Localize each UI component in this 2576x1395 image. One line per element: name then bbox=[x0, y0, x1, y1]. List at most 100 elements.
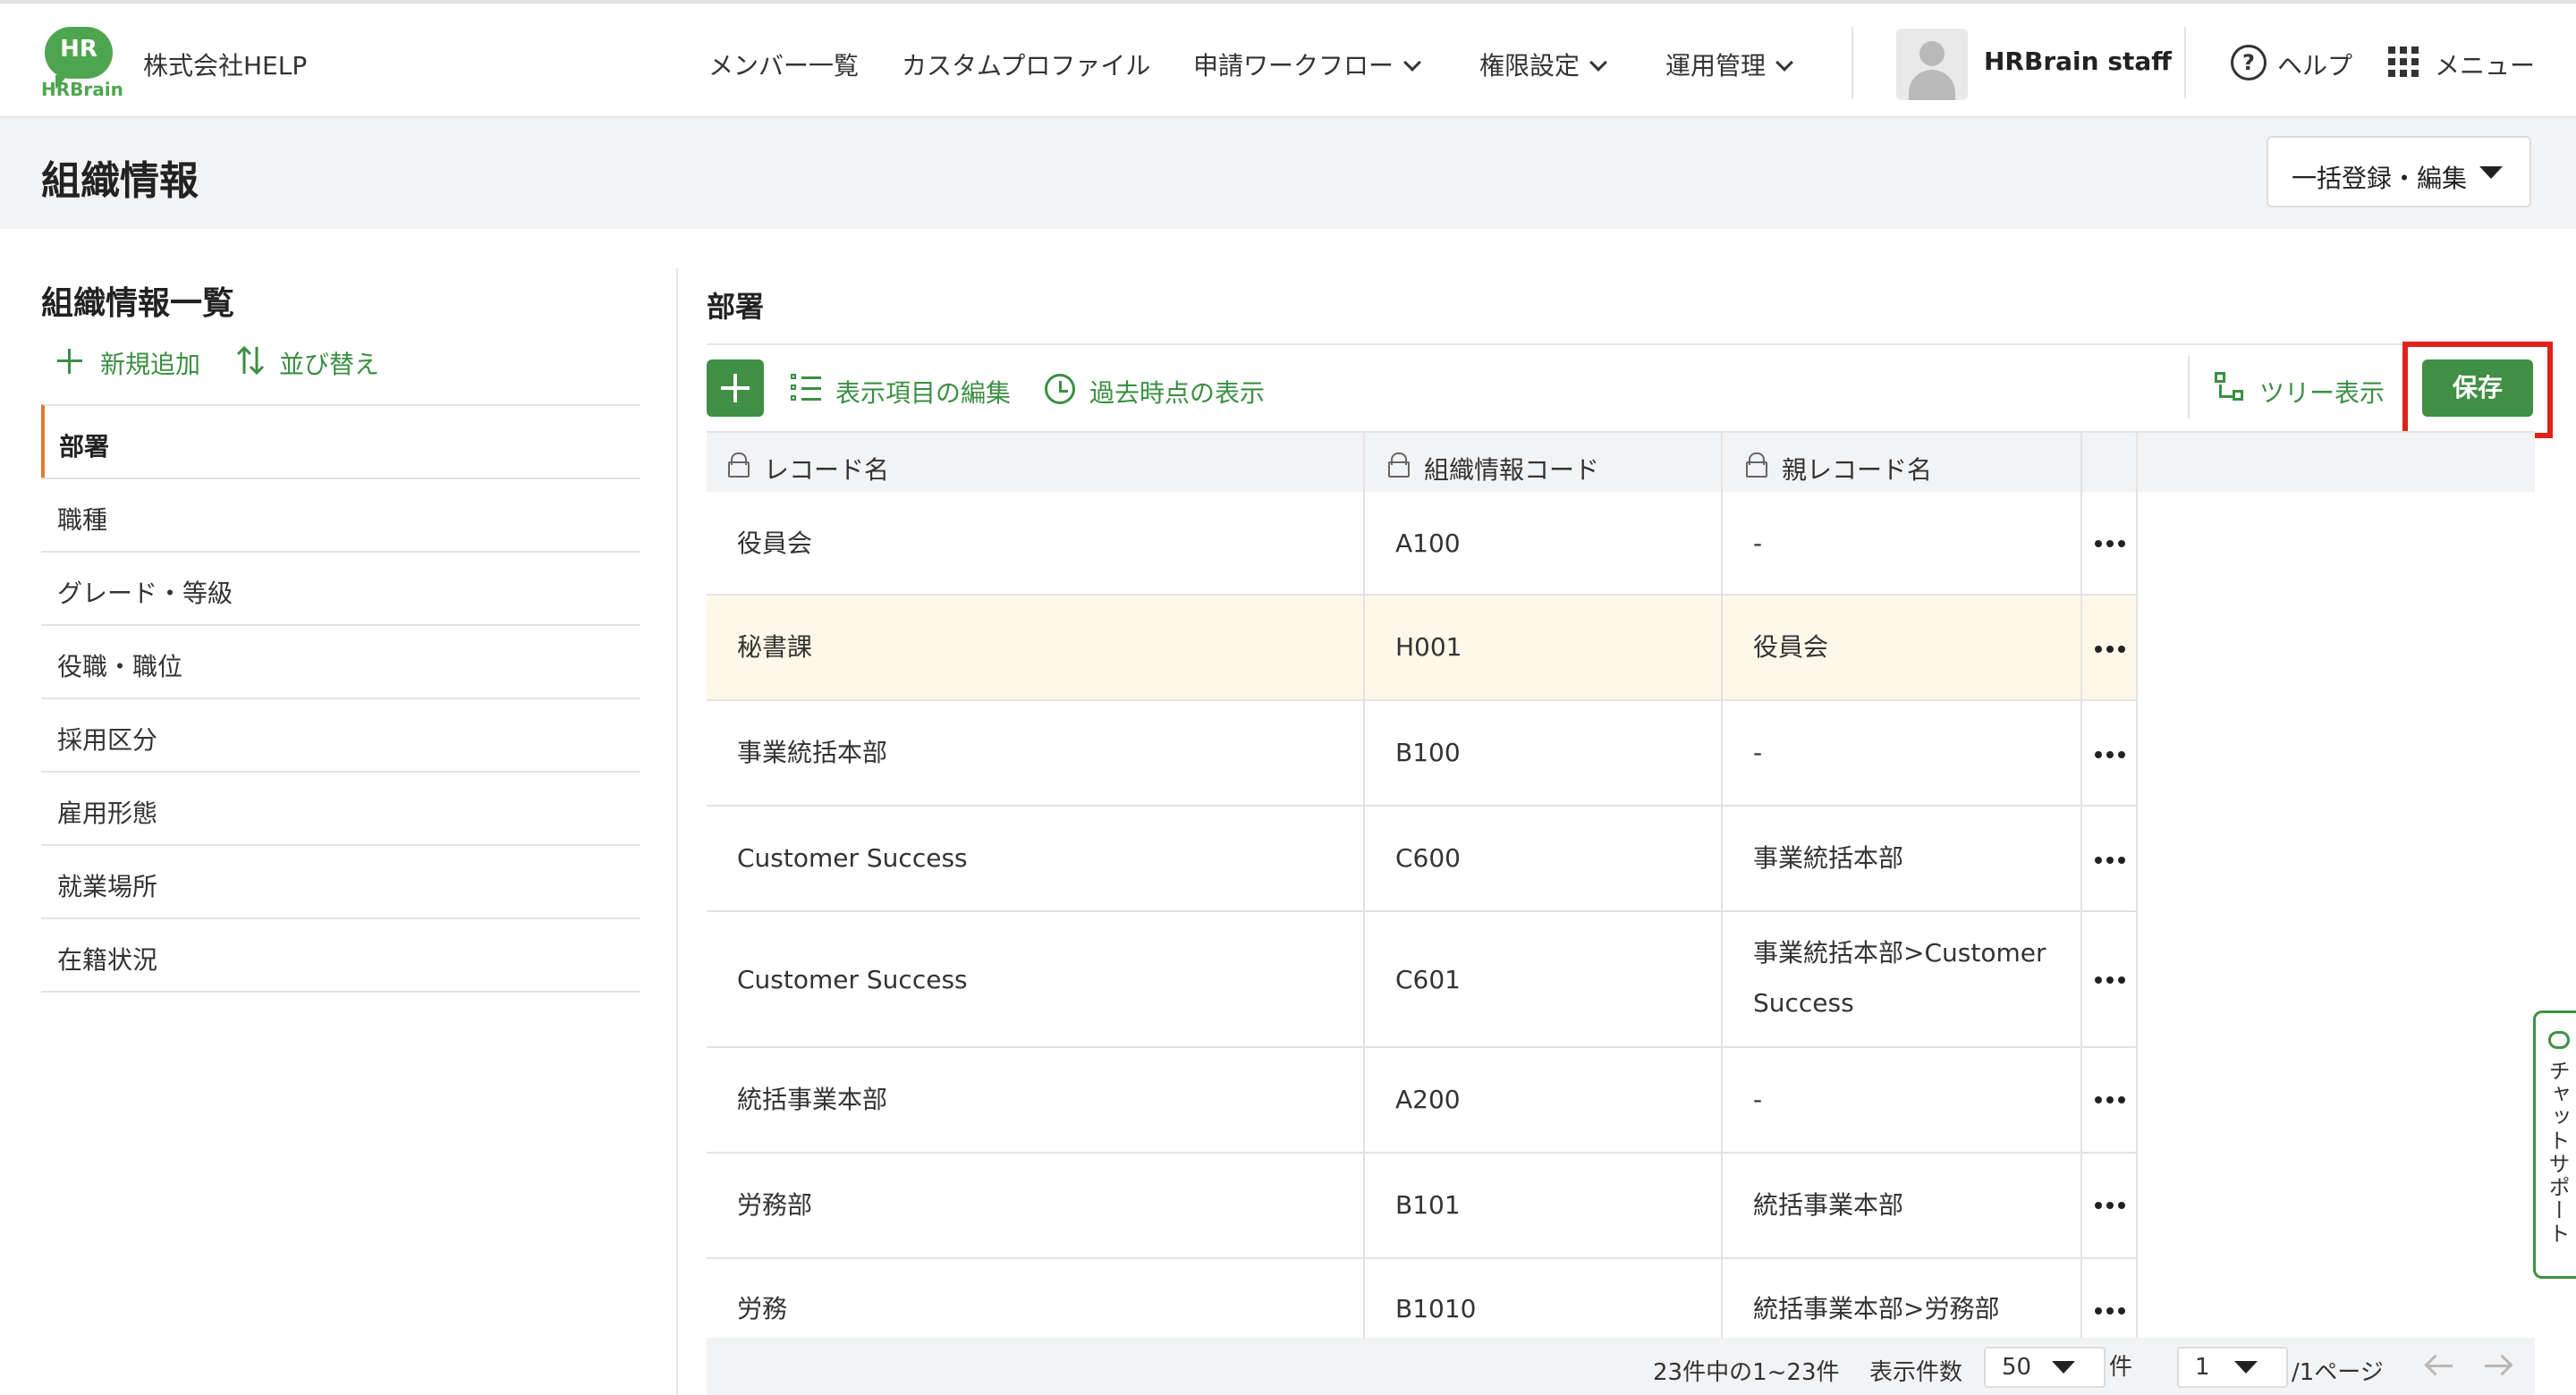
add-record-button[interactable] bbox=[707, 359, 764, 417]
logo-wordmark: HRBrain bbox=[41, 79, 123, 100]
caret-down-icon bbox=[2234, 1361, 2258, 1374]
sidebar-item-position[interactable]: 役職・職位 bbox=[41, 624, 640, 698]
per-page-select[interactable]: 50 bbox=[1984, 1347, 2106, 1388]
table-row-highlighted[interactable]: 秘書課 H001 役員会 bbox=[707, 596, 2136, 701]
parent-record: - bbox=[1753, 1085, 1763, 1114]
user-name[interactable]: HRBrain staff bbox=[1984, 46, 2172, 76]
sidebar-item-work-location[interactable]: 就業場所 bbox=[41, 844, 640, 917]
table-row[interactable]: 労務部 B101 統括事業本部 bbox=[707, 1154, 2136, 1259]
plus-icon bbox=[57, 349, 82, 374]
help-icon[interactable]: ? bbox=[2231, 45, 2267, 80]
table-row[interactable]: 役員会 A100 - bbox=[707, 492, 2136, 596]
sidebar-item-department[interactable]: 部署 bbox=[41, 404, 640, 478]
page-title: 組織情報 bbox=[41, 158, 199, 204]
clock-icon bbox=[1045, 374, 1075, 404]
record-name: 事業統括本部 bbox=[737, 738, 888, 767]
parent-record: 統括事業本部 bbox=[1753, 1190, 1904, 1220]
org-code: A100 bbox=[1395, 528, 1461, 558]
lock-icon bbox=[728, 452, 750, 478]
logo-mark: HR bbox=[60, 36, 97, 63]
parent-record-line1: 事業統括本部>Customer bbox=[1753, 938, 2046, 968]
tree-icon bbox=[2215, 372, 2245, 402]
parent-record-line2: Success bbox=[1753, 988, 1854, 1018]
column-header-org-code[interactable]: 組織情報コード bbox=[1424, 451, 1599, 486]
row-more-icon[interactable] bbox=[2095, 976, 2127, 984]
per-page-value: 50 bbox=[2002, 1354, 2032, 1381]
content-divider bbox=[676, 268, 678, 1395]
user-avatar[interactable] bbox=[1896, 29, 1968, 100]
table-row[interactable]: Customer Success C600 事業統括本部 bbox=[707, 807, 2136, 912]
save-button[interactable]: 保存 bbox=[2422, 359, 2533, 417]
sidebar-item-employment-type[interactable]: 雇用形態 bbox=[41, 771, 640, 844]
section-divider bbox=[707, 343, 2535, 345]
table-row[interactable]: 統括事業本部 A200 - bbox=[707, 1048, 2136, 1154]
column-header-record-name[interactable]: レコード名 bbox=[764, 451, 889, 486]
header-divider bbox=[2184, 27, 2186, 98]
nav-member-list[interactable]: メンバー一覧 bbox=[708, 46, 859, 82]
result-summary: 23件中の1~23件 bbox=[1653, 1359, 1840, 1386]
bulk-edit-label: 一括登録・編集 bbox=[2292, 164, 2468, 193]
chat-support-tab[interactable]: チャットサポート bbox=[2533, 1010, 2576, 1279]
nav-custom-profile[interactable]: カスタムプロファイル bbox=[902, 46, 1150, 82]
column-divider bbox=[1721, 431, 1723, 1338]
record-name: Customer Success bbox=[737, 965, 968, 994]
past-view-label: 過去時点の表示 bbox=[1089, 378, 1266, 408]
toolbar-divider bbox=[2188, 356, 2190, 418]
record-name: 役員会 bbox=[737, 528, 813, 558]
row-more-icon[interactable] bbox=[2095, 1307, 2127, 1315]
sidebar-item-hiring-type[interactable]: 採用区分 bbox=[41, 698, 640, 771]
column-divider bbox=[1363, 431, 1365, 1338]
column-divider bbox=[2136, 431, 2138, 1338]
table-row[interactable]: 事業統括本部 B100 - bbox=[707, 701, 2136, 807]
nav-operations[interactable]: 運用管理 bbox=[1665, 46, 1793, 82]
row-more-icon[interactable] bbox=[2095, 540, 2127, 547]
sidebar-title: 組織情報一覧 bbox=[41, 285, 235, 322]
tree-view-button[interactable]: ツリー表示 bbox=[2259, 374, 2385, 410]
per-page-label: 表示件数 bbox=[1869, 1359, 1963, 1386]
chevron-down-icon bbox=[1403, 54, 1421, 72]
sidebar-item-grade[interactable]: グレード・等級 bbox=[41, 551, 640, 624]
grid-menu-icon[interactable] bbox=[2388, 46, 2419, 77]
row-more-icon[interactable] bbox=[2095, 646, 2127, 653]
per-page-unit: 件 bbox=[2109, 1354, 2133, 1381]
nav-workflow[interactable]: 申請ワークフロー bbox=[1193, 46, 1421, 82]
column-divider bbox=[2080, 431, 2082, 1338]
parent-record: 事業統括本部 bbox=[1753, 843, 1904, 873]
parent-record: 役員会 bbox=[1753, 632, 1829, 662]
sort-label: 並び替え bbox=[279, 350, 380, 379]
arrow-right-icon[interactable] bbox=[2485, 1365, 2510, 1367]
chevron-down-icon bbox=[1589, 54, 1607, 72]
nav-permissions[interactable]: 権限設定 bbox=[1479, 46, 1607, 82]
add-new-label: 新規追加 bbox=[100, 350, 201, 379]
bulk-edit-button[interactable]: 一括登録・編集 bbox=[2267, 136, 2531, 207]
sidebar-item-job-type[interactable]: 職種 bbox=[41, 478, 640, 551]
top-header: HR HRBrain 株式会社HELP メンバー一覧 カスタムプロファイル 申請… bbox=[0, 0, 2576, 118]
table-row[interactable]: Customer Success C601 事業統括本部>Customer Su… bbox=[707, 912, 2136, 1048]
list-icon bbox=[791, 374, 821, 401]
org-code: H001 bbox=[1395, 632, 1462, 662]
org-code: C601 bbox=[1395, 965, 1461, 994]
lock-icon bbox=[1746, 452, 1767, 478]
header-divider bbox=[1852, 27, 1853, 98]
sidebar-item-status[interactable]: 在籍状況 bbox=[41, 917, 640, 991]
row-more-icon[interactable] bbox=[2095, 1202, 2127, 1209]
sidebar-bottom-divider bbox=[41, 991, 640, 993]
org-code: B1010 bbox=[1395, 1294, 1477, 1323]
hrbrain-logo[interactable]: HR HRBrain bbox=[41, 25, 123, 100]
org-code: B101 bbox=[1395, 1190, 1461, 1220]
column-header-parent-record[interactable]: 親レコード名 bbox=[1782, 451, 1932, 486]
record-name: 労務部 bbox=[737, 1190, 813, 1220]
arrow-left-icon[interactable] bbox=[2428, 1365, 2453, 1367]
menu-link[interactable]: メニュー bbox=[2435, 46, 2535, 82]
row-more-icon[interactable] bbox=[2095, 857, 2127, 864]
record-name: 秘書課 bbox=[737, 632, 813, 662]
row-more-icon[interactable] bbox=[2095, 751, 2127, 758]
record-name: Customer Success bbox=[737, 843, 968, 873]
row-more-icon[interactable] bbox=[2095, 1096, 2127, 1103]
page-title-band bbox=[0, 118, 2576, 229]
help-link[interactable]: ヘルプ bbox=[2277, 46, 2352, 82]
record-name: 労務 bbox=[737, 1294, 788, 1323]
chat-bubble-icon bbox=[2548, 1031, 2570, 1049]
page-select[interactable]: 1 bbox=[2177, 1347, 2288, 1388]
table-row[interactable]: 労務 B1010 統括事業本部>労務部 bbox=[707, 1259, 2136, 1338]
